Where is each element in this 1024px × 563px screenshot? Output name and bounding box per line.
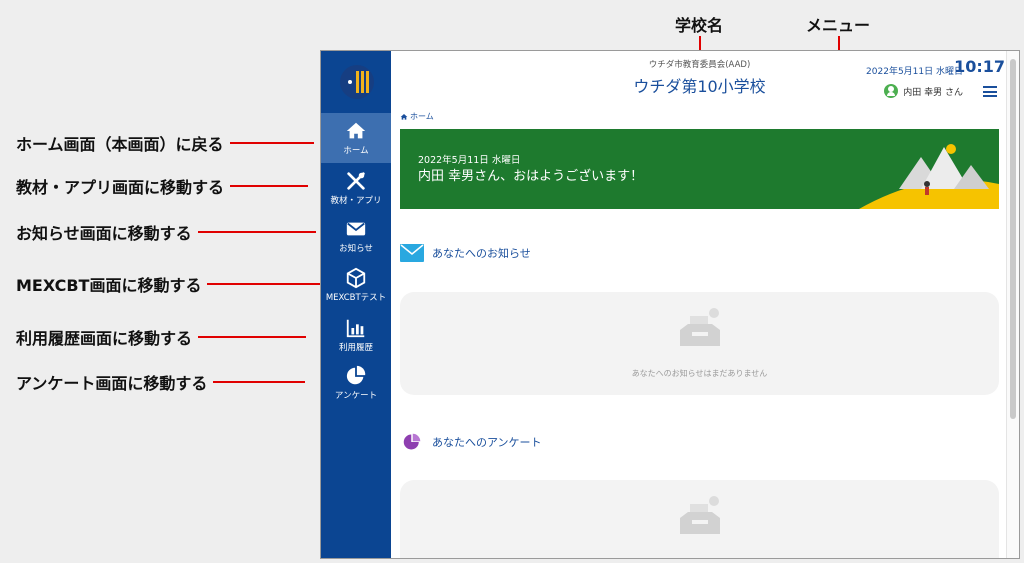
sidebar-item-home[interactable]: ホーム	[321, 113, 391, 163]
sidebar-item-materials[interactable]: 教材・アプリ	[321, 163, 391, 213]
user-name: 内田 幸男 さん	[903, 87, 963, 98]
sidebar-item-notices[interactable]: お知らせ	[321, 211, 391, 261]
survey-annotation-text: アンケート画面に移動する	[16, 374, 208, 393]
greeting-banner: 2022年5月11日 水曜日 内田 幸男さん、おはようございます！	[400, 129, 999, 209]
notices-annotation-text: お知らせ画面に移動する	[16, 224, 192, 243]
survey-section-title: あなたへのアンケート	[400, 433, 542, 451]
scrollbar-thumb[interactable]	[1010, 59, 1016, 419]
bar-chart-icon	[346, 319, 365, 338]
materials-annotation: 教材・アプリ画面に移動する	[16, 174, 309, 198]
home-annotation-text: ホーム画面（本画面）に戻る	[16, 135, 224, 154]
empty-inbox-icon	[679, 308, 720, 346]
sidebar-item-label: お知らせ	[339, 244, 373, 254]
materials-annotation-line	[230, 185, 309, 187]
notices-annotation-line	[197, 231, 316, 233]
sidebar-item-label: ホーム	[343, 146, 369, 156]
tools-icon	[347, 172, 365, 190]
school-name-annotation: 学校名	[675, 16, 724, 35]
avatar	[884, 84, 899, 98]
hamburger-menu-icon[interactable]	[983, 86, 997, 97]
mail-icon	[400, 244, 424, 262]
materials-annotation-text: 教材・アプリ画面に移動する	[16, 178, 225, 197]
history-annotation-line	[198, 336, 307, 338]
main-content: ウチダ市教育委員会(AAD) ウチダ第10小学校 2022年5月11日 水曜日 …	[392, 51, 1007, 558]
history-annotation-text: 利用履歴画面に移動する	[16, 329, 193, 348]
survey-annotation-line	[213, 381, 306, 383]
sidebar-item-label: 利用履歴	[338, 343, 373, 353]
sidebar-item-label: MEXCBTテスト	[325, 293, 387, 303]
notices-empty-card: あなたへのお知らせはまだありません	[400, 292, 999, 395]
menu-annotation: メニュー	[806, 16, 871, 35]
sidebar-item-mexcbt[interactable]: MEXCBTテスト	[321, 260, 391, 310]
home-annotation-line	[229, 142, 314, 144]
sidebar-item-survey[interactable]: アンケート	[321, 358, 391, 408]
mexcbt-annotation-text: MEXCBT画面に移動する	[16, 276, 202, 295]
sidebar-item-label: 教材・アプリ	[330, 196, 382, 206]
logo	[340, 65, 374, 99]
header-time: 10:17	[954, 57, 1005, 76]
survey-title: あなたへのアンケート	[432, 436, 542, 449]
banner-greeting: 内田 幸男さん、おはようございます！	[418, 169, 644, 184]
mountain-illustration-icon	[859, 144, 999, 209]
mail-icon	[346, 222, 366, 236]
sidebar: ホーム 教材・アプリ お知らせ MEXCBTテスト 利用履歴 アンケート	[321, 51, 391, 558]
sidebar-item-label: アンケート	[334, 391, 378, 401]
survey-empty-card	[400, 480, 999, 558]
breadcrumb[interactable]: ホーム	[400, 111, 434, 122]
breadcrumb-home: ホーム	[410, 112, 434, 121]
home-icon	[400, 113, 408, 120]
notices-annotation: お知らせ画面に移動する	[16, 220, 316, 244]
home-icon	[346, 122, 366, 139]
app-window: ホーム 教材・アプリ お知らせ MEXCBTテスト 利用履歴 アンケート ウチダ…	[320, 50, 1020, 559]
notices-title: あなたへのお知らせ	[432, 247, 531, 260]
header-date: 2022年5月11日 水曜日	[866, 67, 963, 77]
banner-date: 2022年5月11日 水曜日	[418, 155, 521, 166]
cube-icon	[346, 267, 366, 289]
mexcbt-annotation-line	[207, 283, 332, 285]
sidebar-item-history[interactable]: 利用履歴	[321, 310, 391, 360]
history-annotation: 利用履歴画面に移動する	[16, 325, 307, 349]
survey-annotation: アンケート画面に移動する	[16, 370, 306, 394]
pie-chart-icon	[403, 433, 421, 450]
notices-empty-message: あなたへのお知らせはまだありません	[631, 369, 768, 378]
user-info[interactable]: 内田 幸男 さん	[884, 84, 963, 98]
empty-inbox-icon	[679, 496, 720, 534]
mexcbt-annotation: MEXCBT画面に移動する	[16, 272, 332, 296]
pie-chart-icon	[346, 365, 366, 385]
home-annotation: ホーム画面（本画面）に戻る	[16, 131, 314, 155]
notices-section-title: あなたへのお知らせ	[400, 244, 531, 262]
scrollbar[interactable]	[1006, 51, 1019, 558]
